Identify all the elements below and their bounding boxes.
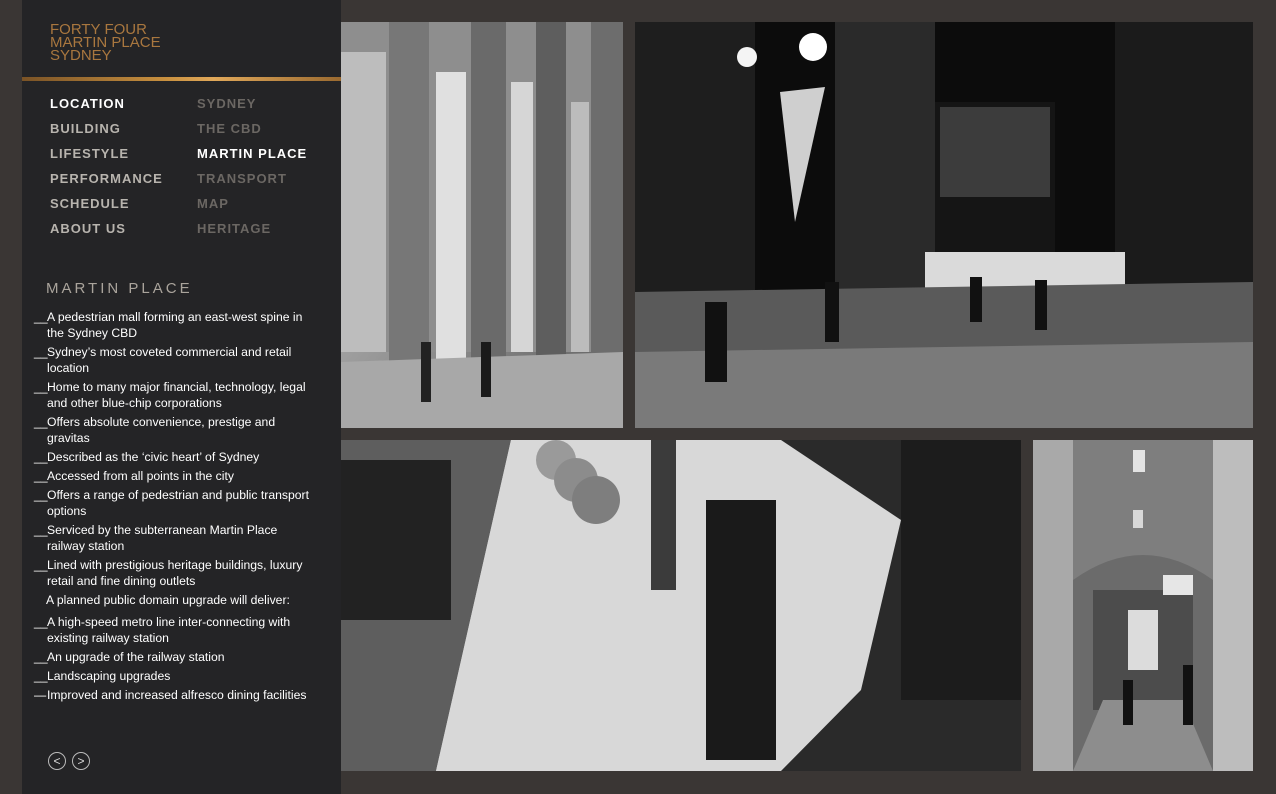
prev-button[interactable]: <: [48, 752, 66, 770]
nav-item-about-us[interactable]: ABOUT US: [50, 220, 163, 245]
list-item: __ Lined with prestigious heritage buildi…: [34, 558, 303, 588]
secondary-nav: SYDNEY THE CBD MARTIN PLACE TRANSPORT MA…: [197, 95, 307, 245]
nav-item-schedule[interactable]: SCHEDULE: [50, 195, 163, 220]
nav-item-lifestyle[interactable]: LIFESTYLE: [50, 145, 163, 170]
photo-arcade: [1033, 440, 1253, 771]
subnav-item-transport[interactable]: TRANSPORT: [197, 170, 307, 195]
section-title: MARTIN PLACE: [46, 280, 193, 297]
subnav-item-map[interactable]: MAP: [197, 195, 307, 220]
list-item: __ Offers absolute convenience, prestige …: [34, 415, 276, 445]
nav-item-building[interactable]: BUILDING: [50, 120, 163, 145]
next-button[interactable]: >: [72, 752, 90, 770]
list-item: __ Accessed from all points in the city: [34, 469, 234, 483]
subnav-item-heritage[interactable]: HERITAGE: [197, 220, 307, 245]
photo-heritage-facade: [341, 22, 623, 428]
nav-item-performance[interactable]: PERFORMANCE: [50, 170, 163, 195]
logo[interactable]: FORTY FOUR MARTIN PLACE SYDNEY: [50, 22, 161, 63]
subnav-item-the-cbd[interactable]: THE CBD: [197, 120, 307, 145]
photo-night-plaza: [635, 22, 1253, 428]
list-item: __ Home to many major financial, technolo…: [34, 380, 306, 410]
list-item: __ Offers a range of pedestrian and publi…: [34, 488, 309, 518]
list-item: __ Serviced by the subterranean Martin Pl…: [34, 523, 278, 553]
pager: < >: [48, 752, 96, 770]
subnav-item-sydney[interactable]: SYDNEY: [197, 95, 307, 120]
list-item: __ Landscaping upgrades: [34, 669, 171, 683]
list-item: __ Described as the ‘civic heart’ of Sydn…: [34, 450, 260, 464]
list-item: __ A high-speed metro line inter-connecti…: [34, 615, 291, 645]
photo-plaza-pedestrians: [341, 440, 1021, 771]
list-item: __ An upgrade of the railway station: [34, 650, 225, 664]
subnav-item-martin-place[interactable]: MARTIN PLACE: [197, 145, 307, 170]
gold-divider: [22, 77, 341, 81]
nav-item-location[interactable]: LOCATION: [50, 95, 163, 120]
list-item: __ Sydney’s most coveted commercial and r…: [34, 345, 292, 375]
upgrade-intro: A planned public domain upgrade will del…: [46, 593, 290, 607]
list-item: — Improved and increased alfresco dining …: [34, 688, 307, 702]
primary-nav: LOCATION BUILDING LIFESTYLE PERFORMANCE …: [50, 95, 163, 245]
sidebar: FORTY FOUR MARTIN PLACE SYDNEY LOCATION …: [22, 0, 341, 794]
bullet-list: __ A pedestrian mall forming an east-west…: [34, 309, 334, 706]
list-item: __ A pedestrian mall forming an east-west…: [34, 310, 303, 340]
